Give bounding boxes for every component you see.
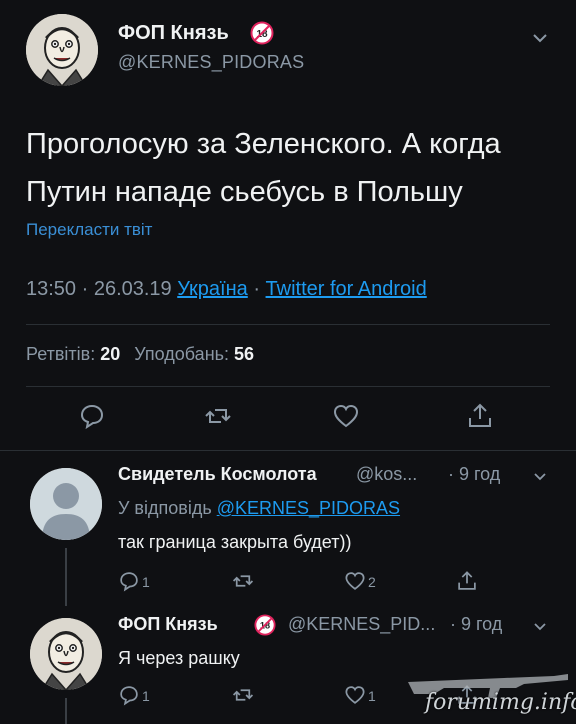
avatar[interactable]: [30, 618, 102, 690]
reply-author-name[interactable]: ФОП Князь: [118, 614, 218, 635]
caricature-avatar-icon: [26, 14, 98, 86]
reply-to-line: У відповідь @KERNES_PIDORAS: [118, 498, 400, 519]
meta-separator: ·: [247, 278, 266, 300]
like-count: 1: [368, 688, 376, 704]
retweet-icon[interactable]: [232, 570, 254, 592]
chevron-down-icon[interactable]: [530, 28, 550, 48]
like-count: 2: [368, 574, 376, 590]
retweets-count[interactable]: 20: [100, 344, 120, 364]
reply-time: · 9 год: [450, 614, 503, 634]
divider: [26, 324, 550, 325]
tweet-time[interactable]: 13:50 · 26.03.19: [26, 278, 177, 300]
author-handle[interactable]: @KERNES_PIDORAS: [118, 52, 304, 73]
reply-to-handle-link[interactable]: @KERNES_PIDORAS: [217, 498, 400, 518]
age-18-badge-icon: 18: [254, 614, 276, 636]
retweet-icon[interactable]: [204, 402, 232, 430]
author-name[interactable]: ФОП Князь: [118, 22, 229, 45]
thread-line: [65, 698, 67, 724]
tweet-stats: Ретвітів: 20 Уподобань: 56: [26, 344, 254, 365]
reply-count: 1: [142, 574, 150, 590]
like-heart-icon[interactable]: [344, 570, 366, 592]
reply-text: так граница закрыта будет)): [118, 532, 352, 552]
translate-tweet-link[interactable]: Перекласти твіт: [26, 220, 152, 240]
reply-to-label: У відповідь: [118, 498, 217, 518]
reply-count: 1: [142, 688, 150, 704]
share-icon[interactable]: [456, 570, 478, 592]
reply-author-handle[interactable]: @kos...: [356, 464, 417, 485]
reply-icon[interactable]: [118, 684, 140, 706]
divider: [26, 386, 550, 387]
reply-icon[interactable]: [118, 570, 140, 592]
location-link[interactable]: Україна: [177, 278, 248, 300]
main-tweet: ФОП Князь 18 @KERNES_PIDORAS Проголосую …: [0, 0, 576, 452]
reply-tweet[interactable]: Свидетель Космолота @kos... · 9 год У ві…: [0, 452, 576, 606]
default-avatar[interactable]: [30, 468, 102, 540]
likes-count[interactable]: 56: [234, 344, 254, 364]
reply-author-handle[interactable]: @KERNES_PID...: [288, 614, 435, 635]
reply-icon[interactable]: [78, 402, 106, 430]
retweets-label: Ретвітів:: [26, 344, 101, 364]
like-heart-icon[interactable]: [344, 684, 366, 706]
chevron-down-icon[interactable]: [532, 468, 548, 484]
likes-label: Уподобань:: [134, 344, 235, 364]
tweet-text: Проголосую за Зеленского. А когда Путин …: [26, 128, 501, 208]
badge-text: 18: [256, 29, 268, 40]
reply-author-name[interactable]: Свидетель Космолота: [118, 464, 317, 485]
like-heart-icon[interactable]: [332, 402, 360, 430]
thread-line: [65, 548, 67, 606]
share-icon[interactable]: [466, 402, 494, 430]
age-18-badge-icon: 18: [250, 21, 274, 45]
divider: [0, 450, 576, 451]
retweet-icon[interactable]: [232, 684, 254, 706]
reply-time: · 9 год: [448, 464, 501, 484]
caricature-avatar-icon: [30, 618, 102, 690]
watermark-text: forumimg.info: [425, 690, 576, 715]
source-link[interactable]: Twitter for Android: [266, 278, 427, 300]
avatar[interactable]: [26, 14, 98, 86]
reply-text: Я через рашку: [118, 648, 240, 668]
tweet-meta: 13:50 · 26.03.19 Україна · Twitter for A…: [26, 278, 427, 301]
chevron-down-icon[interactable]: [532, 618, 548, 634]
default-profile-icon: [30, 468, 102, 540]
